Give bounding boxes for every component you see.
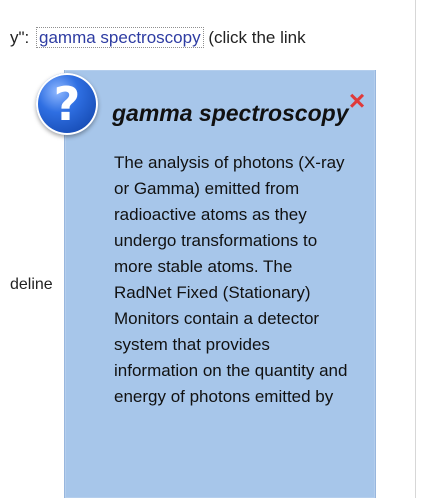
- page-divider: [415, 0, 416, 498]
- glossary-link[interactable]: gamma spectroscopy: [36, 27, 204, 48]
- help-glyph: ?: [53, 77, 81, 131]
- help-icon: ?: [36, 73, 98, 135]
- background-prefix: y":: [10, 28, 30, 47]
- background-side-text: deline: [10, 276, 53, 293]
- background-suffix: (click the link: [208, 28, 306, 47]
- page: y": gamma spectroscopy (click the link d…: [0, 0, 425, 498]
- background-sentence: y": gamma spectroscopy (click the link: [10, 27, 306, 48]
- popup-body: The analysis of photons (X-ray or Gamma)…: [114, 153, 348, 406]
- close-icon[interactable]: ×: [346, 87, 368, 115]
- popup-title: gamma spectroscopy: [112, 100, 349, 126]
- glossary-popup: gamma spectroscopy × The analysis of pho…: [64, 70, 376, 498]
